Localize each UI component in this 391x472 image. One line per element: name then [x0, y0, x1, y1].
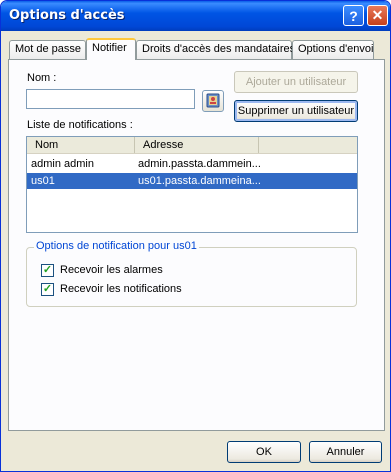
receive-alarms-checkbox[interactable]: ✓: [41, 264, 54, 277]
cancel-label: Annuler: [326, 446, 365, 458]
receive-notifications-checkbox[interactable]: ✓: [41, 283, 54, 296]
receive-alarms-label[interactable]: Recevoir les alarmes: [60, 264, 163, 276]
tab-label: Droits d'accès des mandataires: [142, 43, 296, 55]
window-title: Options d'accès: [9, 8, 125, 23]
tab-strip: Mot de passe Notifier Droits d'accès des…: [9, 38, 385, 60]
ok-button[interactable]: OK: [227, 441, 301, 463]
help-icon: ?: [349, 7, 358, 24]
list-item-name: admin admin: [31, 158, 94, 170]
tab-send-options[interactable]: Options d'envoi: [292, 40, 374, 59]
add-user-label: Ajouter un utilisateur: [245, 76, 347, 88]
notification-options-group: Options de notification pour us01 ✓ Rece…: [26, 240, 357, 307]
list-item-selected[interactable]: us01 us01.passta.dammeina...: [27, 173, 357, 189]
name-label: Nom :: [27, 72, 57, 84]
address-book-icon: [206, 93, 220, 108]
address-book-button[interactable]: [202, 90, 224, 112]
tab-label: Options d'envoi: [298, 43, 374, 55]
title-bar[interactable]: Options d'accès ? ✕: [1, 1, 390, 31]
close-icon: ✕: [371, 7, 384, 23]
cancel-button[interactable]: Annuler: [309, 441, 382, 463]
list-header: Nom Adresse: [27, 137, 357, 154]
tab-proxy-rights[interactable]: Droits d'accès des mandataires: [136, 40, 296, 59]
add-user-button[interactable]: Ajouter un utilisateur: [234, 71, 358, 93]
checkmark-icon: ✓: [42, 264, 53, 276]
receive-notifications-label[interactable]: Recevoir les notifications: [60, 283, 182, 295]
remove-user-button[interactable]: Supprimer un utilisateur: [234, 100, 358, 122]
tab-password[interactable]: Mot de passe: [9, 40, 86, 59]
checkmark-icon: ✓: [42, 283, 53, 295]
notification-list[interactable]: Nom Adresse admin admin admin.passta.dam…: [26, 136, 358, 233]
list-item-address: admin.passta.dammein...: [138, 158, 261, 170]
tab-notify[interactable]: Notifier: [86, 38, 136, 60]
close-button[interactable]: ✕: [367, 5, 388, 26]
notification-list-label: Liste de notifications :: [27, 119, 133, 131]
name-input[interactable]: [26, 89, 195, 109]
list-item[interactable]: admin admin admin.passta.dammein...: [27, 156, 357, 172]
tab-label: Mot de passe: [15, 43, 82, 55]
column-header-name[interactable]: Nom: [27, 137, 135, 153]
column-header-address[interactable]: Adresse: [135, 137, 259, 153]
tab-label: Notifier: [92, 42, 127, 54]
group-title: Options de notification pour us01: [34, 240, 199, 252]
help-button[interactable]: ?: [343, 5, 364, 26]
options-dialog: Options d'accès ? ✕ Mot de passe Notifie…: [0, 0, 391, 472]
column-name-label: Nom: [35, 139, 59, 151]
list-item-address: us01.passta.dammeina...: [138, 175, 261, 187]
remove-user-label: Supprimer un utilisateur: [237, 105, 355, 117]
ok-label: OK: [256, 446, 272, 458]
column-address-label: Adresse: [143, 139, 184, 151]
list-item-name: us01: [31, 175, 55, 187]
